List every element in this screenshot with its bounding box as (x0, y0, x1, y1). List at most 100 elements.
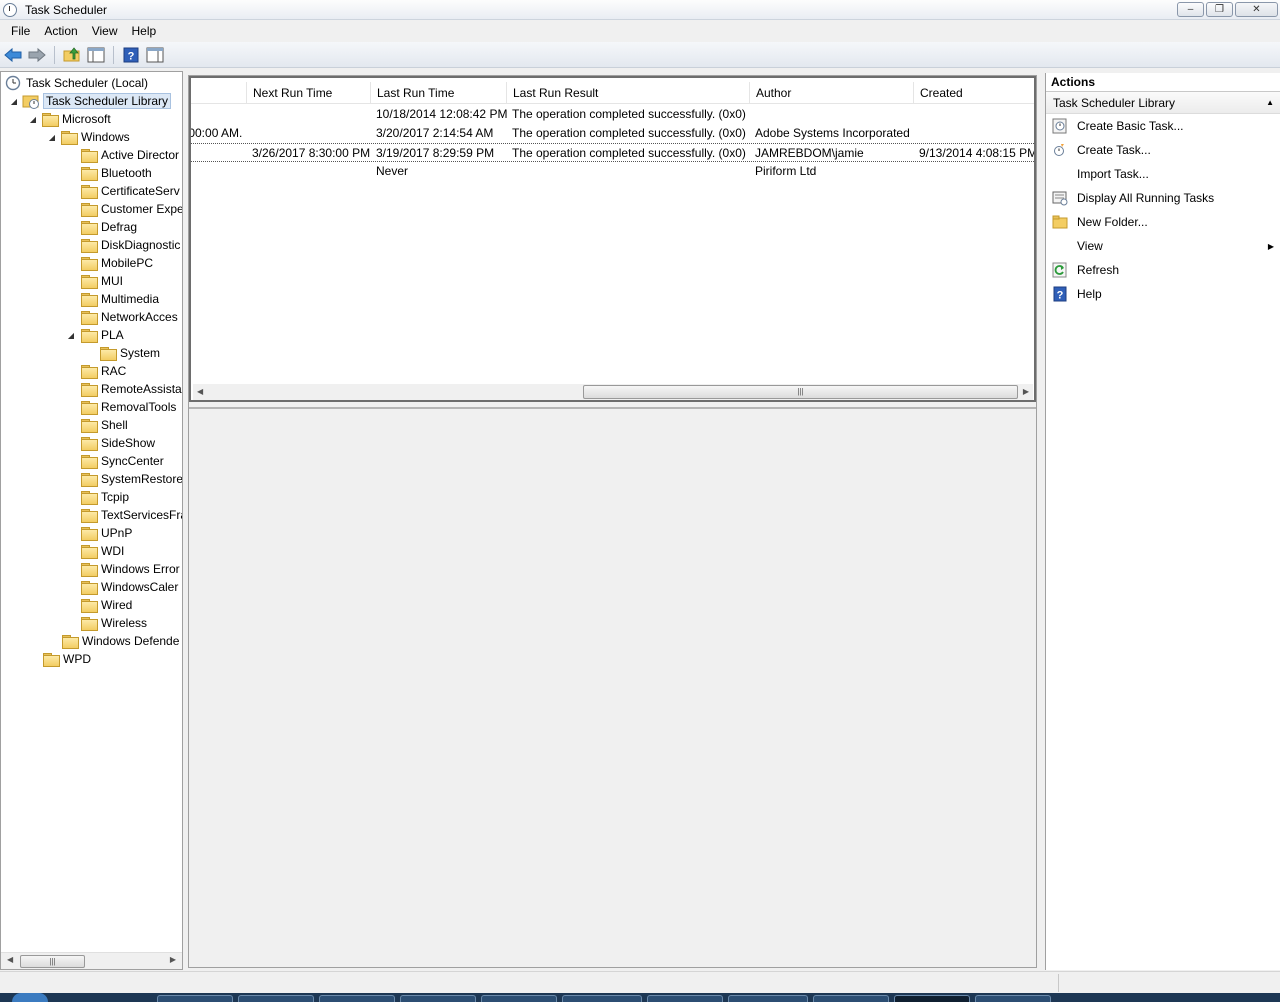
tree-item-folder[interactable]: RAC (81, 362, 126, 380)
action-refresh[interactable]: Refresh (1046, 258, 1280, 282)
tree-item-folder[interactable]: Windows Error (81, 560, 180, 578)
help-button[interactable]: ? (121, 45, 141, 65)
taskbar-item[interactable] (813, 995, 889, 1002)
tree-item-folder[interactable]: RemoteAssista (81, 380, 182, 398)
back-button[interactable] (3, 45, 23, 65)
tree-item-folder[interactable]: WPD (43, 650, 91, 668)
tree-item-folder[interactable]: SyncCenter (81, 452, 164, 470)
tree-item-root[interactable]: Task Scheduler (Local) (5, 74, 148, 92)
import-task-icon (1052, 166, 1068, 182)
up-one-level-button[interactable] (62, 45, 82, 65)
tree-item-folder[interactable]: Wireless (81, 614, 147, 632)
minimize-button[interactable]: – (1177, 2, 1204, 17)
tree-item-folder[interactable]: WindowsCaler (81, 578, 178, 596)
tree-item-folder[interactable]: UPnP (81, 524, 132, 542)
collapse-icon[interactable]: ◢ (47, 132, 57, 142)
taskbar-item[interactable] (481, 995, 557, 1002)
tree-item-microsoft[interactable]: ◢ Microsoft (28, 110, 111, 128)
tree-item-folder[interactable]: Active Director (81, 146, 179, 164)
tree-item-folder[interactable]: NetworkAcces (81, 308, 178, 326)
collapse-up-icon[interactable]: ▲ (1266, 92, 1274, 114)
tree-label: RAC (101, 364, 127, 378)
table-row[interactable]: Never Piriform Ltd (191, 162, 1034, 181)
collapse-icon[interactable]: ◢ (28, 114, 38, 124)
tree-item-folder[interactable]: Multimedia (81, 290, 159, 308)
show-hide-action-pane-button[interactable] (145, 45, 165, 65)
collapse-icon[interactable]: ◢ (66, 330, 76, 340)
table-row[interactable]: 10/18/2014 12:08:42 PM The operation com… (191, 105, 1034, 124)
maximize-button[interactable]: ❐ (1206, 2, 1233, 17)
action-create-task[interactable]: Create Task... (1046, 138, 1280, 162)
taskbar-item[interactable] (319, 995, 395, 1002)
tree-item-folder[interactable]: Bluetooth (81, 164, 152, 182)
submenu-arrow-icon: ▶ (1267, 241, 1274, 251)
column-last-run-result[interactable]: Last Run Result (506, 82, 749, 104)
tree-item-folder[interactable]: Defrag (81, 218, 137, 236)
tree-item-folder[interactable]: WDI (81, 542, 124, 560)
tree-item-folder[interactable]: MobilePC (81, 254, 153, 272)
tree-item-folder[interactable]: CertificateServ (81, 182, 180, 200)
task-list-horizontal-scrollbar[interactable]: ◀ ||| ▶ (193, 384, 1033, 400)
tree-item-folder[interactable]: RemovalTools (81, 398, 176, 416)
taskbar-item[interactable] (238, 995, 314, 1002)
tree-item-folder[interactable]: MUI (81, 272, 123, 290)
actions-group-header[interactable]: Task Scheduler Library ▲ (1046, 92, 1280, 114)
taskbar-item-active[interactable] (894, 995, 970, 1002)
folder-icon (81, 418, 98, 433)
tree-item-folder[interactable]: Windows Defende (62, 632, 179, 650)
folder-icon (81, 202, 98, 217)
action-new-folder[interactable]: New Folder... (1046, 210, 1280, 234)
taskbar-item[interactable] (647, 995, 723, 1002)
column-created[interactable]: Created (913, 82, 1034, 104)
menu-file[interactable]: File (4, 24, 37, 38)
taskbar-item[interactable] (157, 995, 233, 1002)
back-arrow-icon (4, 47, 22, 62)
show-hide-console-tree-button[interactable] (86, 45, 106, 65)
scroll-right-icon[interactable]: ▶ (1023, 387, 1029, 396)
action-display-running-tasks[interactable]: Display All Running Tasks (1046, 186, 1280, 210)
column-author[interactable]: Author (749, 82, 913, 104)
tree-item-folder[interactable]: System (100, 344, 160, 362)
table-row[interactable]: :00:00 AM. 3/20/2017 2:14:54 AM The oper… (191, 124, 1034, 143)
collapse-icon[interactable]: ◢ (9, 96, 19, 106)
start-button[interactable] (12, 993, 48, 1002)
scroll-left-icon[interactable]: ◀ (7, 955, 13, 964)
tree-item-folder[interactable]: Shell (81, 416, 128, 434)
action-create-basic-task[interactable]: Create Basic Task... (1046, 114, 1280, 138)
menu-view[interactable]: View (85, 24, 125, 38)
close-button[interactable]: ✕ (1235, 2, 1278, 17)
scrollbar-thumb[interactable]: ||| (583, 385, 1018, 399)
action-view[interactable]: View ▶ (1046, 234, 1280, 258)
scroll-left-icon[interactable]: ◀ (197, 387, 203, 396)
cell-author: Adobe Systems Incorporated (755, 126, 910, 140)
tree-item-folder[interactable]: SystemRestore (81, 470, 182, 488)
scrollbar-thumb[interactable]: ||| (20, 955, 85, 968)
tree-label: TextServicesFra (101, 508, 183, 522)
tree-item-pla[interactable]: ◢ PLA (66, 326, 124, 344)
action-import-task[interactable]: Import Task... (1046, 162, 1280, 186)
tree-item-folder[interactable]: Tcpip (81, 488, 129, 506)
forward-button[interactable] (27, 45, 47, 65)
column-next-run-time[interactable]: Next Run Time (246, 82, 370, 104)
taskbar-item[interactable] (975, 995, 1051, 1002)
taskbar-item[interactable] (728, 995, 808, 1002)
taskbar-item[interactable] (400, 995, 476, 1002)
tree-item-folder[interactable]: Wired (81, 596, 132, 614)
tree-item-windows[interactable]: ◢ Windows (47, 128, 130, 146)
show-hide-action-pane-icon (146, 47, 164, 62)
right-splitter[interactable] (1039, 71, 1044, 970)
tree-item-folder[interactable]: SideShow (81, 434, 155, 452)
scroll-right-icon[interactable]: ▶ (170, 955, 176, 964)
tree-item-folder[interactable]: Customer Expe (81, 200, 182, 218)
column-last-run-time[interactable]: Last Run Time (370, 82, 506, 104)
tree-horizontal-scrollbar[interactable]: ◀ ||| ▶ (1, 952, 182, 969)
tree-item-folder[interactable]: TextServicesFra (81, 506, 183, 524)
taskbar-item[interactable] (562, 995, 642, 1002)
action-help[interactable]: ? Help (1046, 282, 1280, 306)
table-row-selected[interactable]: 3/26/2017 8:30:00 PM 3/19/2017 8:29:59 P… (191, 143, 1034, 162)
tree-item-library[interactable]: ◢ Task Scheduler Library (9, 92, 172, 110)
tree-item-folder[interactable]: DiskDiagnostic (81, 236, 180, 254)
menu-help[interactable]: Help (125, 24, 164, 38)
folder-icon (43, 652, 60, 667)
menu-action[interactable]: Action (37, 24, 84, 38)
